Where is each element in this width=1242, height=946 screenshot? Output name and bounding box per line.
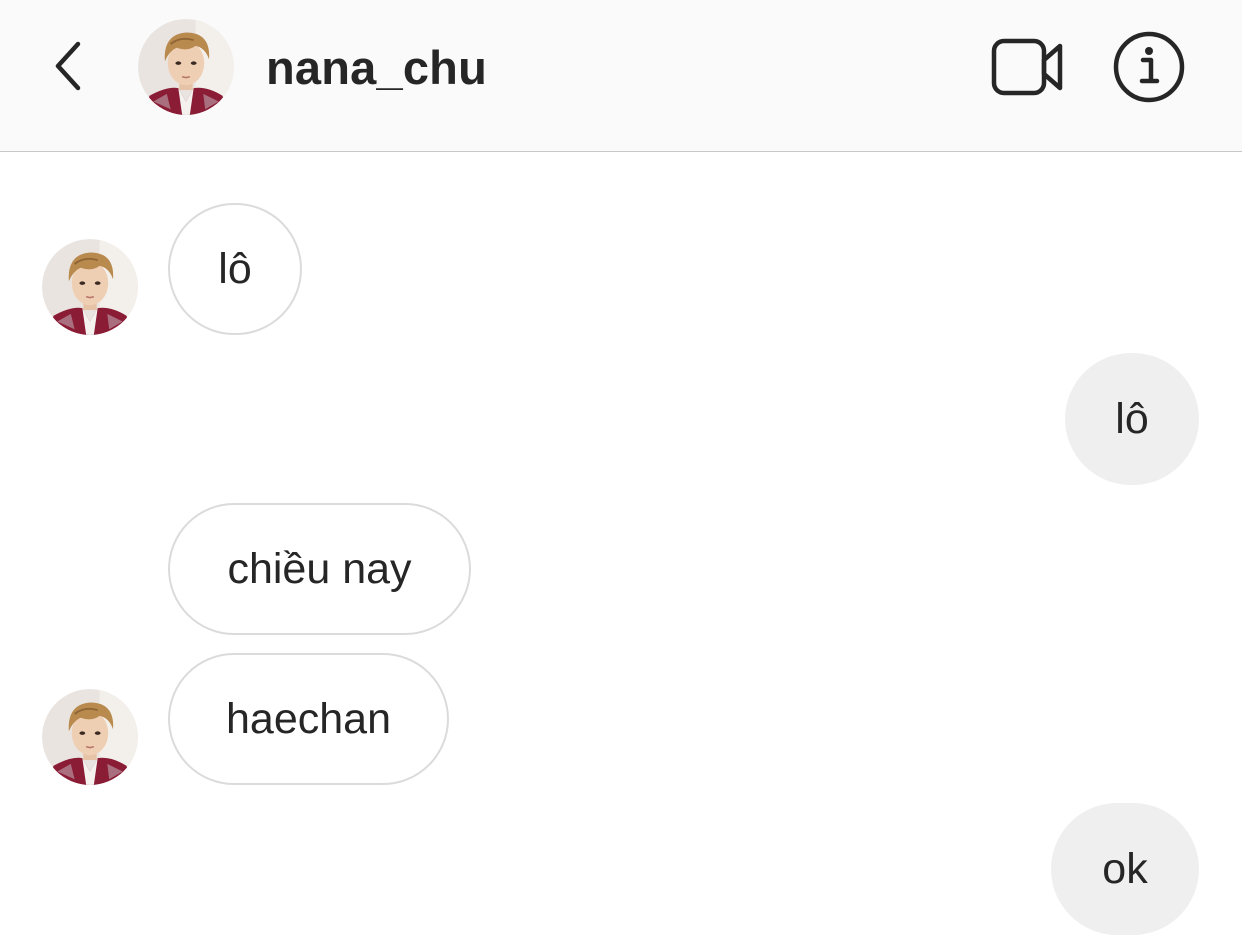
- sender-avatar[interactable]: [42, 239, 138, 335]
- outgoing-message-bubble[interactable]: ok: [1051, 803, 1199, 935]
- sender-avatar[interactable]: [42, 689, 138, 785]
- message-text: ok: [1102, 845, 1148, 893]
- chevron-left-icon: [55, 41, 81, 91]
- back-button[interactable]: [40, 34, 96, 98]
- header-avatar[interactable]: [138, 19, 234, 115]
- chat-username[interactable]: nana_chu: [266, 40, 487, 96]
- video-call-icon: [991, 38, 1063, 96]
- incoming-message-bubble[interactable]: lô: [168, 203, 302, 335]
- info-icon: [1113, 31, 1185, 103]
- video-call-button[interactable]: [988, 34, 1068, 100]
- incoming-message-bubble[interactable]: haechan: [168, 653, 449, 785]
- message-text: haechan: [226, 695, 391, 743]
- message-text: lô: [1115, 395, 1149, 443]
- message-text: lô: [218, 245, 252, 293]
- outgoing-message-bubble[interactable]: lô: [1065, 353, 1199, 485]
- chat-header: nana_chu: [0, 0, 1242, 152]
- incoming-message-bubble[interactable]: chiều nay: [168, 503, 471, 635]
- message-text: chiều nay: [227, 545, 412, 593]
- info-button[interactable]: [1110, 30, 1188, 104]
